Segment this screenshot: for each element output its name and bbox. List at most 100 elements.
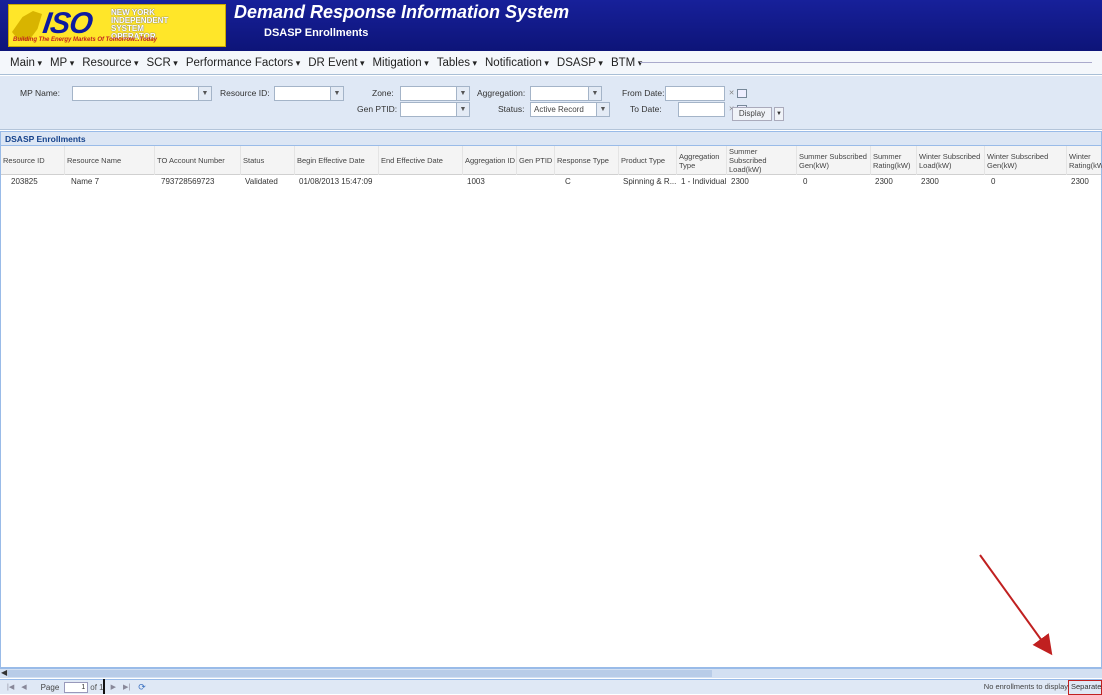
scrollbar-thumb[interactable] (8, 670, 712, 677)
menu-mp[interactable]: MP (50, 57, 74, 69)
nyiso-logo: ISO NEW YORK INDEPENDENT SYSTEM OPERATOR… (8, 4, 226, 47)
grid-header-row: Resource ID Resource Name TO Account Num… (1, 146, 1102, 175)
logo-iso-text: ISO (40, 7, 95, 40)
display-dropdown-icon[interactable]: ▼ (774, 107, 784, 121)
gen-ptid-label: Gen PTID: (357, 104, 398, 114)
from-date-input[interactable] (665, 86, 725, 101)
chevron-down-icon[interactable]: ▼ (198, 87, 211, 100)
refresh-icon[interactable]: ⟳ (138, 682, 146, 693)
cell-winter-sub-load: 2300 (921, 177, 939, 186)
cell-resource-name: Name 7 (71, 177, 100, 186)
horizontal-scrollbar[interactable]: ◀ (0, 668, 1102, 678)
mp-name-label: MP Name: (20, 88, 60, 98)
page-label: Page (40, 682, 60, 692)
calendar-icon[interactable] (737, 89, 747, 98)
next-page-icon[interactable]: ▶ (111, 683, 116, 691)
chevron-down-icon[interactable]: ▼ (588, 87, 601, 100)
cell-response-type: C (565, 177, 571, 186)
col-header[interactable]: Gen PTID (517, 146, 555, 175)
from-date-label: From Date: (622, 88, 665, 98)
menu-divider (640, 62, 1092, 63)
paging-toolbar: |◀ ◀ Page 1 of 1 ▶ ▶| ⟳ No enrollments t… (0, 679, 1102, 695)
page-count: of 1 (90, 682, 104, 692)
cell-winter-sub-gen: 0 (991, 177, 996, 186)
chevron-down-icon[interactable]: ▼ (456, 87, 469, 100)
page-number-input[interactable]: 1 (64, 681, 89, 693)
menu-tables[interactable]: Tables (437, 57, 477, 69)
mp-name-select[interactable]: ▼ (72, 86, 212, 101)
last-page-icon[interactable]: ▶| (123, 683, 130, 691)
chevron-down-icon[interactable]: ▼ (456, 103, 469, 116)
resource-id-label: Resource ID: (220, 88, 270, 98)
menu-dsasp[interactable]: DSASP (557, 57, 603, 69)
menu-notification[interactable]: Notification (485, 57, 549, 69)
grid-title: DSASP Enrollments (1, 132, 1101, 146)
status-label: Status: (498, 104, 525, 114)
cell-summer-sub-load: 2300 (731, 177, 749, 186)
col-header[interactable]: End Effective Date (379, 146, 463, 175)
to-date-label: To Date: (630, 104, 662, 114)
paging-status: No enrollments to display (983, 682, 1068, 691)
resource-id-select[interactable]: ▼ (274, 86, 344, 101)
aggregation-label: Aggregation: (477, 88, 526, 98)
cell-aggregation-id: 1003 (467, 177, 485, 186)
col-header[interactable]: Winter Subscribed Gen(kW) (985, 146, 1067, 175)
cell-winter-rating: 2300 (1071, 177, 1089, 186)
page-subtitle: DSASP Enrollments (264, 27, 369, 39)
scroll-left-icon[interactable]: ◀ (1, 668, 7, 677)
col-header[interactable]: Summer Rating(kW) (871, 146, 917, 175)
table-row[interactable]: 203825 Name 7 793728569723 Validated 01/… (1, 175, 1101, 189)
menu-main[interactable]: Main (10, 57, 42, 69)
aggregation-select[interactable]: ▼ (530, 86, 602, 101)
gen-ptid-select[interactable]: ▼ (400, 102, 470, 117)
app-title: Demand Response Information System (234, 2, 570, 22)
header-banner: ISO NEW YORK INDEPENDENT SYSTEM OPERATOR… (0, 0, 1102, 51)
cell-aggregation-type: 1 - Individual (681, 177, 727, 186)
text-cursor (103, 679, 105, 694)
col-header[interactable]: Begin Effective Date (295, 146, 379, 175)
col-header[interactable]: Summer Subscribed Gen(kW) (797, 146, 871, 175)
main-menu-bar: Main MP Resource SCR Performance Factors… (0, 51, 1102, 75)
menu-dr-event[interactable]: DR Event (308, 57, 364, 69)
clear-from-date-icon[interactable]: ✕ (727, 89, 736, 98)
cell-summer-sub-gen: 0 (803, 177, 808, 186)
col-header[interactable]: TO Account Number (155, 146, 241, 175)
dsasp-enrollments-grid: DSASP Enrollments Resource ID Resource N… (0, 131, 1102, 668)
cell-to-account: 793728569723 (161, 177, 215, 186)
grid-body: 203825 Name 7 793728569723 Validated 01/… (1, 175, 1101, 189)
col-header[interactable]: Winter Subscribed Load(kW) (917, 146, 985, 175)
chevron-down-icon[interactable]: ▼ (596, 103, 609, 116)
cell-end-date (381, 175, 463, 189)
col-header[interactable]: Aggregation Type (677, 146, 727, 175)
filter-panel: MP Name: ▼ Resource ID: ▼ Zone: ▼ Gen PT… (0, 76, 1102, 130)
first-page-icon[interactable]: |◀ (7, 683, 14, 691)
to-date-input[interactable] (678, 102, 725, 117)
menu-btm[interactable]: BTM (611, 57, 642, 69)
cell-status: Validated (245, 177, 278, 186)
col-header[interactable]: Aggregation ID (463, 146, 517, 175)
cell-begin-date: 01/08/2013 15:47:09 (299, 177, 373, 186)
col-header[interactable]: Response Type (555, 146, 619, 175)
menu-mitigation[interactable]: Mitigation (372, 57, 428, 69)
col-header[interactable]: Summer Subscribed Load(kW) (727, 146, 797, 175)
logo-tagline: Building The Energy Markets Of Tomorrow.… (13, 37, 158, 43)
zone-label: Zone: (372, 88, 394, 98)
separate-button[interactable]: Separate (1068, 680, 1102, 695)
cell-product-type: Spinning & R... (623, 177, 677, 186)
display-button[interactable]: Display (732, 107, 772, 121)
col-header[interactable]: Product Type (619, 146, 677, 175)
col-header[interactable]: Winter Rating(kW) (1067, 146, 1102, 175)
prev-page-icon[interactable]: ◀ (21, 683, 26, 691)
menu-performance-factors[interactable]: Performance Factors (186, 57, 300, 69)
cell-summer-rating: 2300 (875, 177, 893, 186)
chevron-down-icon[interactable]: ▼ (330, 87, 343, 100)
menu-resource[interactable]: Resource (82, 57, 138, 69)
col-header[interactable]: Resource Name (65, 146, 155, 175)
cell-resource-id: 203825 (11, 177, 38, 186)
menu-scr[interactable]: SCR (147, 57, 178, 69)
zone-select[interactable]: ▼ (400, 86, 470, 101)
status-select[interactable]: Active Record ▼ (530, 102, 610, 117)
cell-gen-ptid (519, 175, 555, 189)
col-header[interactable]: Resource ID (1, 146, 65, 175)
col-header[interactable]: Status (241, 146, 295, 175)
